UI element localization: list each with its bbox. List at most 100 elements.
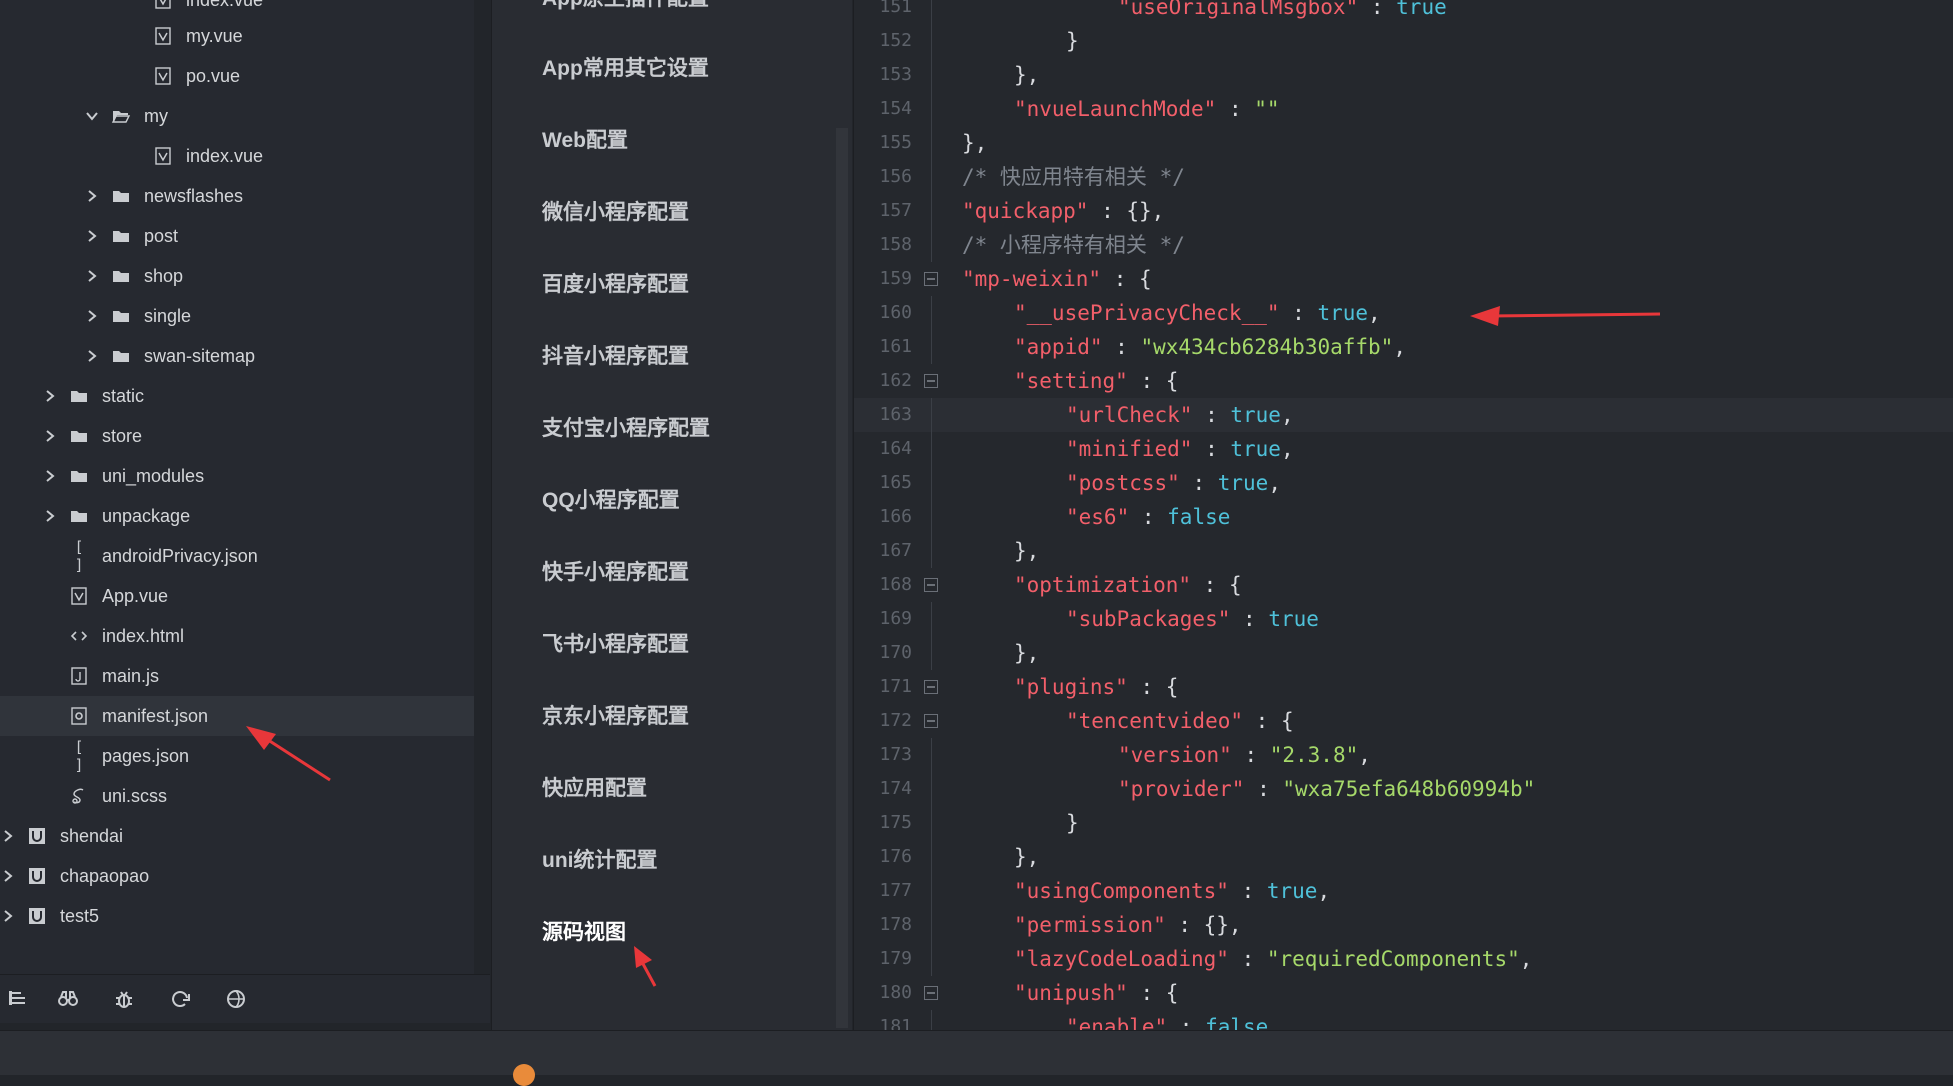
code-line[interactable]: 168 "optimization" : { xyxy=(854,568,1953,602)
tree-item[interactable]: unpackage xyxy=(0,496,474,536)
project-explorer-icon[interactable] xyxy=(0,975,40,1023)
tree-item[interactable]: newsflashes xyxy=(0,176,474,216)
tree-item[interactable]: index.html xyxy=(0,616,474,656)
browser-globe-icon[interactable] xyxy=(208,975,264,1023)
code-line[interactable]: 152} xyxy=(854,24,1953,58)
code-line[interactable]: 161 "appid" : "wx434cb6284b30affb", xyxy=(854,330,1953,364)
code-line[interactable]: 164 "minified" : true, xyxy=(854,432,1953,466)
settings-nav-item[interactable]: 百度小程序配置 xyxy=(542,268,689,298)
debug-bug-icon[interactable] xyxy=(96,975,152,1023)
code-line[interactable]: 156 /* 快应用特有相关 */ xyxy=(854,160,1953,194)
settings-nav-scrollbar[interactable] xyxy=(836,128,848,1028)
chevron-right-icon[interactable] xyxy=(84,188,100,204)
code-line[interactable]: 151 "useOriginalMsgbox" : true xyxy=(854,0,1953,24)
settings-nav-item[interactable]: 微信小程序配置 xyxy=(542,196,689,226)
code-line[interactable]: 165 "postcss" : true, xyxy=(854,466,1953,500)
code-line[interactable]: 176}, xyxy=(854,840,1953,874)
folder-icon xyxy=(110,305,132,327)
code-line[interactable]: 172 "tencentvideo" : { xyxy=(854,704,1953,738)
chevron-right-icon[interactable] xyxy=(42,388,58,404)
tree-item[interactable]: my xyxy=(0,96,474,136)
code-line[interactable]: 180 "unipush" : { xyxy=(854,976,1953,1010)
settings-nav-item[interactable]: Web配置 xyxy=(542,124,628,154)
chevron-right-icon[interactable] xyxy=(84,308,100,324)
chevron-right-icon[interactable] xyxy=(84,348,100,364)
code-line[interactable]: 163 "urlCheck" : true, xyxy=(854,398,1953,432)
fold-toggle-icon[interactable] xyxy=(924,986,938,1000)
fold-toggle-icon[interactable] xyxy=(924,680,938,694)
code-text: "mp-weixin" : { xyxy=(962,262,1152,296)
settings-nav-item[interactable]: QQ小程序配置 xyxy=(542,484,680,514)
tree-item[interactable]: swan-sitemap xyxy=(0,336,474,376)
chevron-right-icon[interactable] xyxy=(84,228,100,244)
code-line[interactable]: 177 "usingComponents" : true, xyxy=(854,874,1953,908)
code-line[interactable]: 175} xyxy=(854,806,1953,840)
settings-nav-item[interactable]: App常用其它设置 xyxy=(542,52,709,82)
chevron-right-icon[interactable] xyxy=(42,508,58,524)
code-line[interactable]: 178 "permission" : {}, xyxy=(854,908,1953,942)
tree-item[interactable]: manifest.json xyxy=(0,696,474,736)
chevron-right-icon[interactable] xyxy=(0,908,16,924)
settings-nav-item[interactable]: 快手小程序配置 xyxy=(542,556,689,586)
code-line[interactable]: 170}, xyxy=(854,636,1953,670)
code-line[interactable]: 171 "plugins" : { xyxy=(854,670,1953,704)
chevron-right-icon[interactable] xyxy=(42,468,58,484)
code-line[interactable]: 158 /* 小程序特有相关 */ xyxy=(854,228,1953,262)
settings-nav-item[interactable]: 支付宝小程序配置 xyxy=(542,412,710,442)
code-line[interactable]: 167}, xyxy=(854,534,1953,568)
tree-item[interactable]: store xyxy=(0,416,474,456)
code-token: "__usePrivacyCheck__" xyxy=(1014,301,1280,325)
search-binoculars-icon[interactable] xyxy=(40,975,96,1023)
tree-item[interactable]: chapaopao xyxy=(0,856,474,896)
settings-nav-item[interactable]: 抖音小程序配置 xyxy=(542,340,689,370)
code-line[interactable]: 159 "mp-weixin" : { xyxy=(854,262,1953,296)
code-line[interactable]: 179 "lazyCodeLoading" : "requiredComponen… xyxy=(854,942,1953,976)
tree-item[interactable]: static xyxy=(0,376,474,416)
code-line[interactable]: 157 "quickapp" : {}, xyxy=(854,194,1953,228)
code-line[interactable]: 154 "nvueLaunchMode" : "" xyxy=(854,92,1953,126)
tree-item[interactable]: uni_modules xyxy=(0,456,474,496)
tree-item[interactable]: App.vue xyxy=(0,576,474,616)
tree-item[interactable]: po.vue xyxy=(0,56,474,96)
tree-item[interactable]: index.vue xyxy=(0,136,474,176)
fold-toggle-icon[interactable] xyxy=(924,578,938,592)
tree-item[interactable]: test5 xyxy=(0,896,474,936)
tree-item[interactable]: shop xyxy=(0,256,474,296)
tree-item[interactable]: [ ] pages.json xyxy=(0,736,474,776)
settings-nav-item[interactable]: App原生插件配置 xyxy=(542,0,709,12)
tree-item[interactable]: post xyxy=(0,216,474,256)
code-line[interactable]: 162 "setting" : { xyxy=(854,364,1953,398)
tree-item-label: App.vue xyxy=(102,585,169,606)
chevron-right-icon[interactable] xyxy=(42,428,58,444)
tree-item[interactable]: uni.scss xyxy=(0,776,474,816)
code-editor[interactable]: 151 "useOriginalMsgbox" : true 152} 153}, 15… xyxy=(853,0,1953,1030)
settings-nav-item[interactable]: uni统计配置 xyxy=(542,844,658,874)
tree-item[interactable]: shendai xyxy=(0,816,474,856)
tree-item[interactable]: single xyxy=(0,296,474,336)
code-line[interactable]: 181 "enable" : false xyxy=(854,1010,1953,1030)
settings-nav-item[interactable]: 京东小程序配置 xyxy=(542,700,689,730)
tree-item[interactable]: my.vue xyxy=(0,16,474,56)
code-line[interactable]: 153}, xyxy=(854,58,1953,92)
code-line[interactable]: 174 "provider" : "wxa75efa648b60994b" xyxy=(854,772,1953,806)
code-line[interactable]: 166 "es6" : false xyxy=(854,500,1953,534)
fold-guide xyxy=(931,296,932,330)
fold-toggle-icon[interactable] xyxy=(924,714,938,728)
code-token: "2.3.8" xyxy=(1269,743,1359,767)
code-line[interactable]: 173 "version" : "2.3.8", xyxy=(854,738,1953,772)
fold-toggle-icon[interactable] xyxy=(924,374,938,388)
settings-nav-item[interactable]: 源码视图 xyxy=(542,916,626,946)
chevron-down-icon[interactable] xyxy=(84,108,100,124)
settings-nav-item[interactable]: 快应用配置 xyxy=(542,772,647,802)
chevron-right-icon[interactable] xyxy=(84,268,100,284)
code-line[interactable]: 160 "__usePrivacyCheck__" : true, xyxy=(854,296,1953,330)
tree-item[interactable]: [ ] androidPrivacy.json xyxy=(0,536,474,576)
git-sync-icon[interactable] xyxy=(152,975,208,1023)
tree-item[interactable]: main.js xyxy=(0,656,474,696)
code-line[interactable]: 169 "subPackages" : true xyxy=(854,602,1953,636)
chevron-right-icon[interactable] xyxy=(0,828,16,844)
code-line[interactable]: 155}, xyxy=(854,126,1953,160)
fold-toggle-icon[interactable] xyxy=(924,272,938,286)
chevron-right-icon[interactable] xyxy=(0,868,16,884)
settings-nav-item[interactable]: 飞书小程序配置 xyxy=(542,628,689,658)
